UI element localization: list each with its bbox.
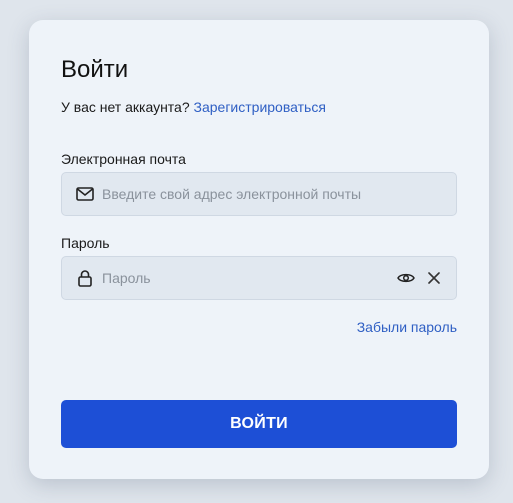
password-label: Пароль <box>61 235 110 251</box>
eye-icon[interactable] <box>396 268 416 288</box>
email-label: Электронная почта <box>61 151 186 167</box>
page-title: Войти <box>61 56 129 83</box>
forgot-password-link[interactable]: Забыли пароль <box>357 318 457 336</box>
close-icon[interactable] <box>424 268 444 288</box>
signup-link[interactable]: Зарегистрироваться <box>194 99 326 115</box>
password-field[interactable] <box>102 257 382 299</box>
lock-icon <box>75 268 95 288</box>
login-card: Войти У вас нет аккаунта? Зарегистрирова… <box>29 20 489 479</box>
email-field[interactable] <box>102 173 442 215</box>
email-field-container[interactable] <box>61 172 457 216</box>
mail-icon <box>75 184 95 204</box>
signup-prompt-line: У вас нет аккаунта? Зарегистрироваться <box>61 98 326 116</box>
password-field-container[interactable] <box>61 256 457 300</box>
signup-prompt: У вас нет аккаунта? <box>61 99 190 115</box>
login-button[interactable]: ВОЙТИ <box>61 400 457 448</box>
